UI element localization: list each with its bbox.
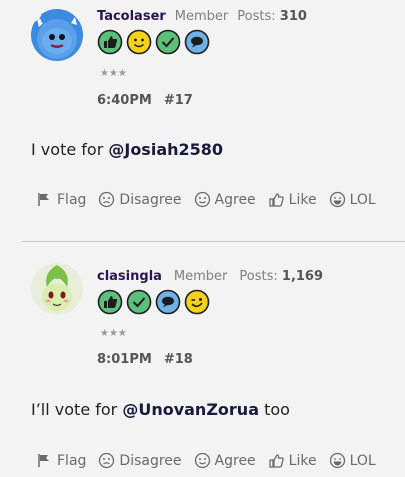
check-icon: [155, 29, 181, 55]
post-meta: 8:01PM #18: [97, 352, 193, 367]
like-label: Like: [288, 191, 317, 208]
lol-label: LOL: [349, 191, 376, 208]
user-mention[interactable]: @Josiah2580: [108, 140, 223, 159]
lol-label: LOL: [349, 452, 376, 469]
thumbs-up-icon: [269, 454, 284, 468]
post-body: I’ll vote for @UnovanZorua too: [31, 400, 290, 419]
post-body: I vote for @Josiah2580: [31, 140, 223, 159]
thumbs-up-icon: [269, 193, 284, 207]
username[interactable]: Tacolaser: [97, 9, 166, 24]
laugh-icon: [329, 452, 345, 469]
check-icon: [126, 289, 152, 315]
thumbs-up-icon: [97, 29, 123, 55]
badge-row: [97, 289, 213, 315]
reaction-bar: Flag Disagree Agree Like LOL: [36, 191, 388, 208]
frown-icon: [99, 452, 115, 469]
speech-bubble-icon: [155, 289, 181, 315]
reaction-bar: Flag Disagree Agree Like LOL: [36, 452, 388, 469]
rank-stars: ★★★: [100, 328, 127, 339]
agree-button[interactable]: Agree: [194, 452, 256, 469]
post-text-suffix: too: [259, 400, 290, 419]
post-17: Tacolaser Member Posts: 310 ★★★ 6:40PM #17 …: [0, 0, 405, 240]
speech-bubble-icon: [184, 29, 210, 55]
post-18: clasingla Member Posts: 1,169 ★★★ 8:01PM #1…: [0, 243, 405, 477]
posts-label: Posts:: [239, 269, 278, 284]
post-text: I vote for: [31, 140, 109, 159]
flag-button[interactable]: Flag: [36, 191, 86, 208]
posts-count: 1,169: [281, 269, 324, 284]
flag-button[interactable]: Flag: [36, 452, 86, 469]
avatar[interactable]: [31, 9, 83, 61]
smile-icon: [194, 191, 210, 208]
lol-button[interactable]: LOL: [329, 452, 376, 469]
wink-icon: [184, 289, 210, 315]
smile-icon: [194, 452, 210, 469]
user-role: Member: [174, 9, 229, 24]
flag-label: Flag: [57, 452, 87, 469]
like-button[interactable]: Like: [268, 191, 317, 208]
thumbs-up-icon: [97, 289, 123, 315]
posts-count: 310: [279, 9, 307, 24]
post-time[interactable]: 8:01PM: [97, 352, 152, 367]
username[interactable]: clasingla: [97, 269, 162, 284]
like-label: Like: [288, 452, 317, 469]
flag-icon: [38, 193, 49, 206]
flag-icon: [38, 454, 49, 467]
disagree-label: Disagree: [119, 191, 182, 208]
post-text: I’ll vote for: [31, 400, 123, 419]
user-role: Member: [173, 269, 228, 284]
post-meta: 6:40PM #17: [97, 93, 193, 108]
lol-button[interactable]: LOL: [329, 191, 376, 208]
post-number[interactable]: #18: [164, 352, 193, 367]
frown-icon: [99, 191, 115, 208]
disagree-button[interactable]: Disagree: [98, 191, 182, 208]
rank-stars: ★★★: [100, 68, 127, 79]
like-button[interactable]: Like: [268, 452, 317, 469]
disagree-label: Disagree: [119, 452, 182, 469]
agree-label: Agree: [214, 452, 256, 469]
post-number[interactable]: #17: [164, 93, 193, 108]
agree-button[interactable]: Agree: [194, 191, 256, 208]
smiley-icon: [126, 29, 152, 55]
posts-label: Posts:: [237, 9, 276, 24]
post-divider: [22, 241, 405, 242]
user-mention[interactable]: @UnovanZorua: [122, 400, 259, 419]
disagree-button[interactable]: Disagree: [98, 452, 182, 469]
flag-label: Flag: [57, 191, 87, 208]
post-time[interactable]: 6:40PM: [97, 93, 152, 108]
avatar[interactable]: [31, 263, 83, 315]
agree-label: Agree: [214, 191, 256, 208]
badge-row: [97, 29, 213, 55]
laugh-icon: [329, 191, 345, 208]
